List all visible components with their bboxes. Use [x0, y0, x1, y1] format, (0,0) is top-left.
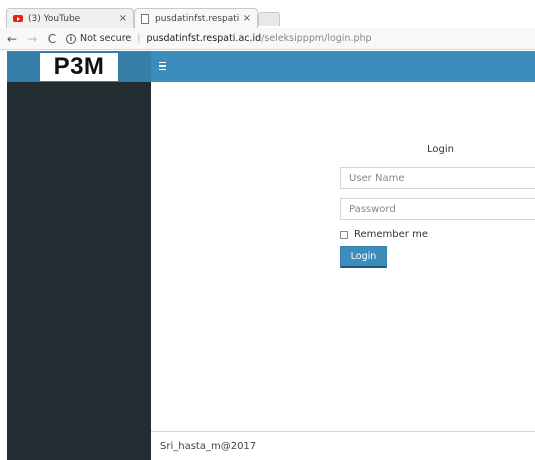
hamburger-icon[interactable] [159, 60, 167, 72]
back-button[interactable]: ← [4, 32, 20, 46]
forward-button[interactable]: → [24, 32, 40, 46]
login-button[interactable]: Login [340, 246, 387, 268]
page-icon [141, 13, 149, 24]
tab-title: (3) YouTube [28, 13, 81, 24]
password-input[interactable]: Password [340, 198, 535, 220]
address-bar: ← → C i Not secure | pusdatinfst.respati… [0, 28, 535, 50]
tab-title: pusdatinfst.respati.ac.id/s [155, 13, 239, 24]
reload-button[interactable]: C [44, 32, 60, 46]
logo-area: P3M [7, 51, 151, 82]
new-tab-button[interactable] [258, 12, 280, 26]
remember-me[interactable]: Remember me [340, 229, 428, 240]
security-label: Not secure [80, 33, 132, 44]
youtube-icon [13, 15, 23, 22]
sidebar [7, 82, 151, 460]
remember-checkbox[interactable] [340, 230, 348, 239]
close-icon[interactable]: × [119, 13, 127, 24]
logo[interactable]: P3M [40, 53, 118, 81]
url-field[interactable]: i Not secure | pusdatinfst.respati.ac.id… [66, 31, 535, 47]
tab-login-page[interactable]: pusdatinfst.respati.ac.id/s × [134, 8, 258, 28]
close-icon[interactable]: × [243, 13, 251, 24]
username-input[interactable]: User Name [340, 167, 535, 189]
main-content: Login User Name Password Remember me Log… [151, 82, 535, 460]
url-path: /seleksipppm/login.php [261, 33, 372, 44]
url-host: pusdatinfst.respati.ac.id [146, 33, 262, 44]
tab-youtube[interactable]: (3) YouTube × [6, 8, 134, 28]
footer: Sri_hasta_m@2017 [151, 431, 535, 460]
app: P3M Login User Name Password Remember me… [7, 51, 535, 460]
browser-tab-strip: (3) YouTube × pusdatinfst.respati.ac.id/… [0, 0, 535, 28]
url-separator: | [137, 33, 141, 44]
info-icon[interactable]: i [66, 33, 76, 44]
login-title: Login [427, 144, 454, 155]
top-navbar: P3M [7, 51, 535, 82]
remember-label: Remember me [354, 229, 428, 240]
